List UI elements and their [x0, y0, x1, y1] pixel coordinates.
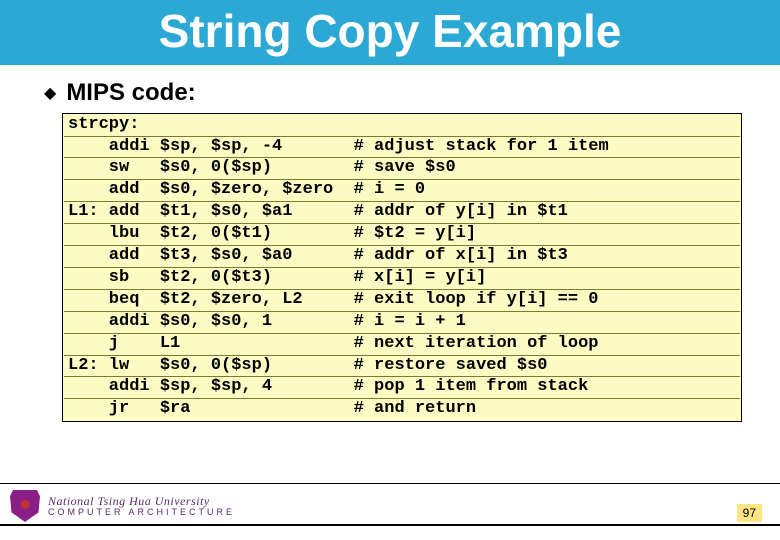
slide-body: ◆ MIPS code: strcpy: addi $sp, $sp, -4 #…: [0, 65, 780, 423]
slide: String Copy Example ◆ MIPS code: strcpy:…: [0, 0, 780, 540]
code-line: add $s0, $zero, $zero # i = 0: [64, 180, 740, 202]
code-line: beq $t2, $zero, L2 # exit loop if y[i] =…: [64, 290, 740, 312]
code-line: add $t3, $s0, $a0 # addr of x[i] in $t3: [64, 246, 740, 268]
divider: [0, 483, 780, 484]
divider: [0, 524, 780, 526]
page-number: 97: [737, 504, 762, 522]
code-line: lbu $t2, 0($t1) # $t2 = y[i]: [64, 224, 740, 246]
crest-icon: [10, 490, 40, 522]
bullet-text: MIPS code:: [66, 79, 195, 107]
footer-text: National Tsing Hua University COMPUTER A…: [48, 495, 235, 517]
code-line: sw $s0, 0($sp) # save $s0: [64, 158, 740, 180]
code-pre: strcpy: addi $sp, $sp, -4 # adjust stack…: [63, 114, 741, 422]
slide-title: String Copy Example: [0, 0, 780, 65]
code-line: addi $sp, $sp, -4 # adjust stack for 1 i…: [64, 137, 740, 159]
code-line: addi $s0, $s0, 1 # i = i + 1: [64, 312, 740, 334]
code-line: j L1 # next iteration of loop: [64, 334, 740, 356]
department-name: COMPUTER ARCHITECTURE: [48, 508, 235, 517]
code-line: L1: add $t1, $s0, $a1 # addr of y[i] in …: [64, 202, 740, 224]
code-line: L2: lw $s0, 0($sp) # restore saved $s0: [64, 356, 740, 378]
bullet-icon: ◆: [44, 83, 56, 103]
university-name: National Tsing Hua University: [48, 495, 235, 508]
code-line: strcpy:: [64, 115, 740, 137]
footer: National Tsing Hua University COMPUTER A…: [0, 480, 780, 540]
code-line: jr $ra # and return: [64, 399, 740, 420]
code-line: sb $t2, 0($t3) # x[i] = y[i]: [64, 268, 740, 290]
code-line: addi $sp, $sp, 4 # pop 1 item from stack: [64, 377, 740, 399]
bullet-row: ◆ MIPS code:: [44, 79, 752, 107]
footer-logo: National Tsing Hua University COMPUTER A…: [10, 490, 235, 522]
code-block: strcpy: addi $sp, $sp, -4 # adjust stack…: [62, 113, 742, 423]
